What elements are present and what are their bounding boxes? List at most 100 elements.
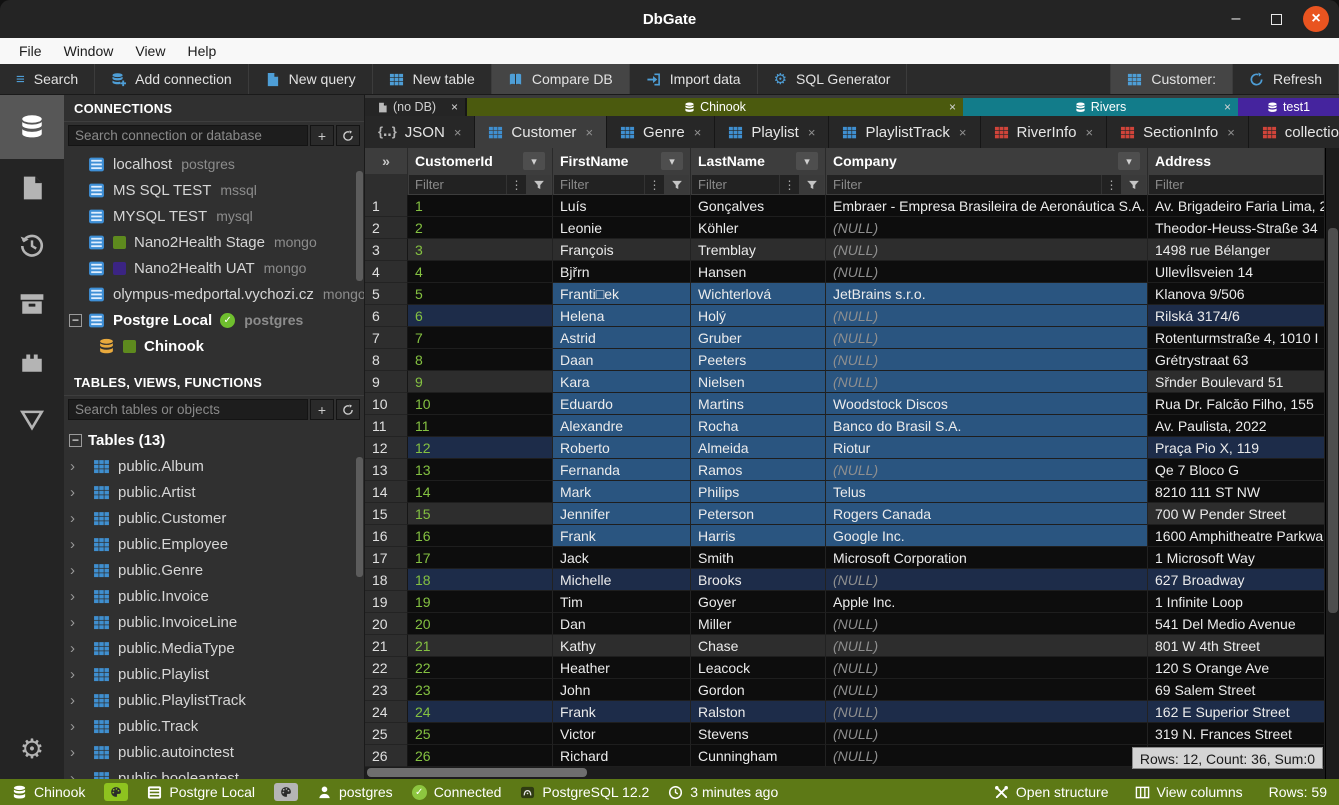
tables-search-input[interactable] [68, 399, 308, 420]
cell-company[interactable]: (NULL) [826, 371, 1148, 393]
filter-funnel-button[interactable] [1121, 175, 1146, 194]
row-number[interactable]: 10 [365, 393, 408, 415]
tab-group-nodb[interactable]: (no DB)× [365, 98, 467, 116]
filter-funnel-button[interactable] [526, 175, 551, 194]
row-number[interactable]: 7 [365, 327, 408, 349]
connections-refresh-button[interactable] [336, 125, 360, 146]
cell-customerid[interactable]: 18 [408, 569, 553, 591]
close-button[interactable]: × [1303, 6, 1329, 32]
row-number[interactable]: 22 [365, 657, 408, 679]
cell-firstname[interactable]: Frank [553, 525, 691, 547]
chevron-right-icon[interactable]: › [70, 510, 84, 527]
close-icon[interactable]: × [454, 125, 462, 140]
cell-company[interactable]: (NULL) [826, 261, 1148, 283]
table-item[interactable]: ›public.PlaylistTrack [64, 687, 364, 713]
cell-firstname[interactable]: Jack [553, 547, 691, 569]
cell-customerid[interactable]: 6 [408, 305, 553, 327]
table-item[interactable]: ›public.Employee [64, 531, 364, 557]
cell-company[interactable]: (NULL) [826, 701, 1148, 723]
column-header-lastname[interactable]: LastName▾ [691, 148, 826, 174]
cell-address[interactable]: Theodor-Heuss-Straße 34 [1148, 217, 1325, 239]
status-view-columns[interactable]: View columns [1135, 784, 1243, 800]
row-number[interactable]: 6 [365, 305, 408, 327]
row-number[interactable]: 1 [365, 195, 408, 217]
filter-input-address[interactable] [1149, 175, 1323, 194]
chevron-right-icon[interactable]: › [70, 640, 84, 657]
cell-address[interactable]: Rua Dr. Falcăo Filho, 155 [1148, 393, 1325, 415]
cell-company[interactable]: (NULL) [826, 327, 1148, 349]
rail-files-item[interactable] [0, 159, 64, 217]
grid-expand-all-header[interactable]: » [365, 148, 408, 174]
cell-firstname[interactable]: Daan [553, 349, 691, 371]
cell-company[interactable]: Rogers Canada [826, 503, 1148, 525]
cell-customerid[interactable]: 5 [408, 283, 553, 305]
tab-group-test1[interactable]: test1 [1238, 98, 1339, 116]
expander-icon[interactable]: − [69, 314, 82, 327]
cell-company[interactable]: Apple Inc. [826, 591, 1148, 613]
cell-lastname[interactable]: Brooks [691, 569, 826, 591]
row-number[interactable]: 5 [365, 283, 408, 305]
connection-item[interactable]: olympus-medportal.vychozi.czmongo [64, 281, 364, 307]
row-number[interactable]: 25 [365, 723, 408, 745]
cell-company[interactable]: Banco do Brasil S.A. [826, 415, 1148, 437]
cell-customerid[interactable]: 22 [408, 657, 553, 679]
cell-address[interactable]: Av. Brigadeiro Faria Lima, 2 [1148, 195, 1325, 217]
row-number[interactable]: 12 [365, 437, 408, 459]
cell-lastname[interactable]: Köhler [691, 217, 826, 239]
cell-customerid[interactable]: 26 [408, 745, 553, 767]
cell-firstname[interactable]: Richard [553, 745, 691, 767]
cell-company[interactable]: (NULL) [826, 657, 1148, 679]
cell-customerid[interactable]: 7 [408, 327, 553, 349]
table-item[interactable]: ›public.Album [64, 453, 364, 479]
connections-scrollbar[interactable] [356, 171, 363, 281]
cell-customerid[interactable]: 1 [408, 195, 553, 217]
cell-firstname[interactable]: Heather [553, 657, 691, 679]
cell-firstname[interactable]: Frank [553, 701, 691, 723]
toolbar-compare-db-button[interactable]: Compare DB [492, 64, 630, 94]
cell-customerid[interactable]: 14 [408, 481, 553, 503]
cell-address[interactable]: Praça Pio X, 119 [1148, 437, 1325, 459]
cell-address[interactable]: 627 Broadway [1148, 569, 1325, 591]
rail-archive-item[interactable] [0, 275, 64, 333]
cell-address[interactable]: Rilská 3174/6 [1148, 305, 1325, 327]
close-icon[interactable]: × [949, 100, 956, 114]
rail-settings-item[interactable]: ⚙ [0, 719, 64, 779]
row-number[interactable]: 24 [365, 701, 408, 723]
close-icon[interactable]: × [451, 100, 458, 114]
close-icon[interactable]: × [585, 125, 593, 140]
column-menu-button[interactable]: ▾ [661, 152, 683, 170]
chevron-right-icon[interactable]: › [70, 692, 84, 709]
close-icon[interactable]: × [1227, 125, 1235, 140]
filter-input-customerid[interactable] [409, 175, 506, 194]
tab-sectioninfo[interactable]: SectionInfo× [1107, 116, 1249, 148]
cell-lastname[interactable]: Tremblay [691, 239, 826, 261]
rail-connections-item[interactable] [0, 95, 64, 159]
menu-view[interactable]: View [124, 43, 176, 59]
row-number[interactable]: 8 [365, 349, 408, 371]
connection-item[interactable]: Chinook [64, 333, 364, 359]
row-number[interactable]: 2 [365, 217, 408, 239]
filter-input-company[interactable] [827, 175, 1101, 194]
menu-window[interactable]: Window [53, 43, 125, 59]
minimize-button[interactable]: – [1223, 6, 1249, 32]
cell-company[interactable]: (NULL) [826, 305, 1148, 327]
cell-firstname[interactable]: Leonie [553, 217, 691, 239]
cell-customerid[interactable]: 24 [408, 701, 553, 723]
filter-menu-button[interactable]: ⋮ [779, 175, 799, 194]
row-number[interactable]: 15 [365, 503, 408, 525]
cell-company[interactable]: Telus [826, 481, 1148, 503]
toolbar-add-connection-button[interactable]: Add connection [95, 64, 249, 94]
toolbar-refresh-button[interactable]: Refresh [1233, 64, 1339, 94]
cell-firstname[interactable]: John [553, 679, 691, 701]
column-header-address[interactable]: Address [1148, 148, 1325, 174]
chevron-right-icon[interactable]: › [70, 458, 84, 475]
chevron-right-icon[interactable]: › [70, 536, 84, 553]
cell-lastname[interactable]: Nielsen [691, 371, 826, 393]
horizontal-scrollbar-thumb[interactable] [367, 768, 587, 777]
cell-company[interactable]: JetBrains s.r.o. [826, 283, 1148, 305]
connections-search-input[interactable] [68, 125, 308, 146]
cell-customerid[interactable]: 3 [408, 239, 553, 261]
connection-item[interactable]: MYSQL TESTmysql [64, 203, 364, 229]
cell-company[interactable]: (NULL) [826, 349, 1148, 371]
tab-playlist[interactable]: Playlist× [715, 116, 829, 148]
